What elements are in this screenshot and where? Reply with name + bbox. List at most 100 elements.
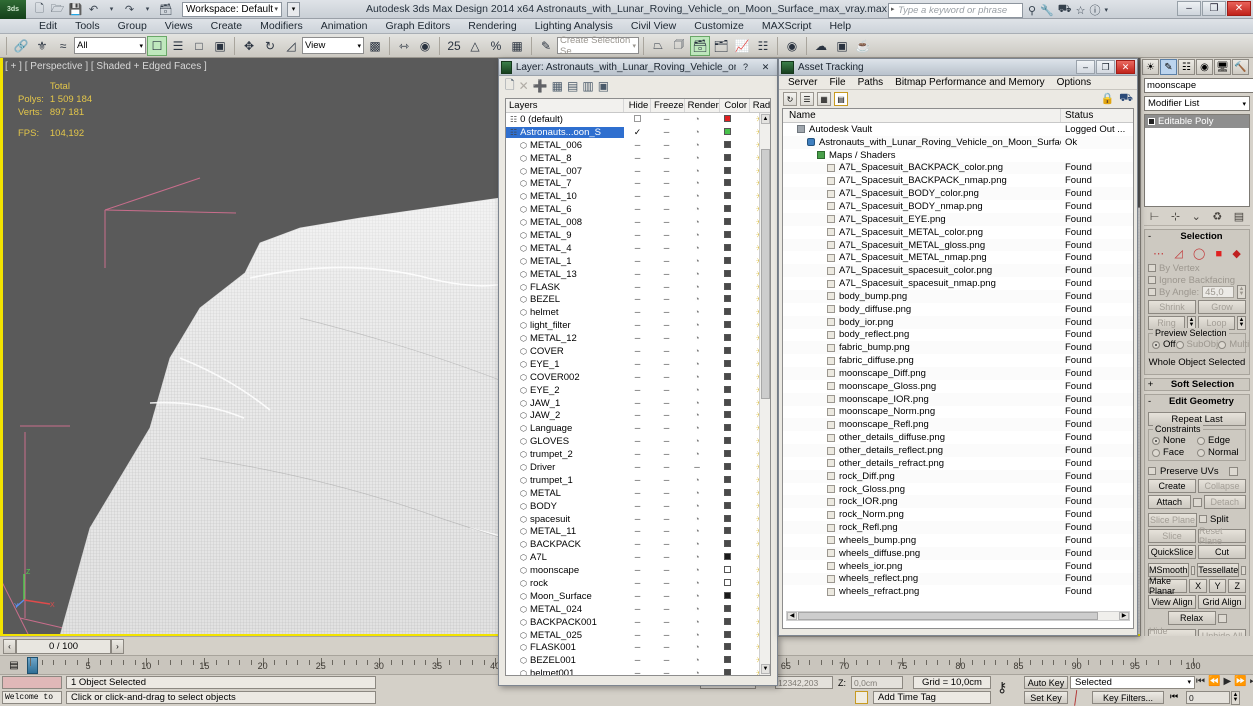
asset-list-grid[interactable]: Name Status Autodesk Vault Logged Out ...… bbox=[782, 108, 1134, 629]
subscription-icon[interactable]: ⛟ bbox=[1058, 3, 1072, 17]
remove-modifier-icon[interactable]: ♻ bbox=[1212, 210, 1222, 223]
layer-color-cell[interactable] bbox=[712, 256, 742, 267]
layer-render-cell[interactable]: ◔ bbox=[682, 591, 712, 602]
layer-row[interactable]: ⬡METAL_1––◔☀ bbox=[506, 255, 770, 268]
asset-row[interactable]: A7L_Spacesuit_BACKPACK_nmap.png Found bbox=[783, 174, 1133, 187]
layer-freeze-cell[interactable]: – bbox=[651, 488, 682, 499]
layer-render-cell[interactable]: ◔ bbox=[682, 178, 712, 189]
layer-color-cell[interactable] bbox=[712, 191, 742, 202]
layer-render-cell[interactable]: ◔ bbox=[682, 501, 712, 512]
vault-status-icon[interactable]: ⛟ bbox=[1119, 92, 1133, 106]
msmooth-button[interactable]: MSmooth bbox=[1148, 563, 1189, 577]
asset-maximize-button[interactable]: ❐ bbox=[1096, 60, 1115, 74]
layer-hide-cell[interactable]: – bbox=[624, 333, 651, 344]
selection-filter-combo[interactable]: All ▾ bbox=[74, 37, 146, 54]
asset-row[interactable]: A7L_Spacesuit_spacesuit_color.png Found bbox=[783, 264, 1133, 278]
asset-menu-server[interactable]: Server bbox=[782, 77, 823, 88]
hide-unselected-layers-icon[interactable]: ▣ bbox=[598, 79, 609, 93]
by-vertex-checkbox[interactable]: By Vertex bbox=[1148, 262, 1246, 274]
menu-item-customize[interactable]: Customize bbox=[685, 19, 753, 34]
layer-freeze-cell[interactable]: – bbox=[651, 436, 682, 447]
asset-tracking-dialog[interactable]: Asset Tracking – ❐ ✕ Server File Paths Bitm… bbox=[778, 58, 1138, 636]
layer-hide-cell[interactable]: – bbox=[624, 140, 651, 151]
time-next-button[interactable]: › bbox=[111, 638, 124, 654]
layer-hide-cell[interactable]: – bbox=[624, 423, 651, 434]
layer-render-cell[interactable]: ◔ bbox=[682, 282, 712, 293]
layer-row[interactable]: ⬡FLASK001––◔☀ bbox=[506, 642, 770, 655]
layer-color-cell[interactable] bbox=[712, 204, 742, 215]
layer-render-cell[interactable]: ◔ bbox=[682, 552, 712, 563]
layer-row[interactable]: ⬡COVER002––◔☀ bbox=[506, 371, 770, 384]
viewport-label[interactable]: [ + ] [ Perspective ] [ Shaded + Edged F… bbox=[5, 61, 207, 72]
asset-row[interactable]: moonscape_Gloss.png Found bbox=[783, 380, 1133, 393]
layer-row[interactable]: ⬡BEZEL001––◔☀ bbox=[506, 654, 770, 667]
reset-plane-button[interactable]: Reset Plane bbox=[1198, 526, 1246, 546]
layer-freeze-cell[interactable]: – bbox=[651, 307, 682, 318]
vertex-subobject-icon[interactable]: ⋯ bbox=[1153, 247, 1164, 260]
asset-tracking-icon[interactable]: 🗃 bbox=[690, 35, 710, 56]
constraint-edge-radio[interactable]: Edge bbox=[1197, 435, 1242, 446]
reference-coordinate-combo[interactable]: View ▾ bbox=[302, 37, 364, 54]
by-angle-spinner[interactable]: ▲ ▼ bbox=[1237, 285, 1246, 299]
asset-row[interactable]: wheels_bump.png Found bbox=[783, 534, 1133, 547]
tessellate-settings-icon[interactable] bbox=[1241, 565, 1246, 575]
ignore-backfacing-checkbox[interactable]: Ignore Backfacing bbox=[1148, 274, 1246, 286]
layer-freeze-cell[interactable]: – bbox=[651, 114, 682, 125]
layer-render-cell[interactable]: ◔ bbox=[682, 127, 712, 138]
select-object-icon[interactable]: ☐ bbox=[147, 35, 167, 56]
rollout-edit-geometry-header[interactable]: - Edit Geometry bbox=[1145, 395, 1249, 408]
layer-row[interactable]: ⬡EYE_1––◔☀ bbox=[506, 358, 770, 371]
make-planar-z-button[interactable]: Z bbox=[1228, 579, 1247, 593]
layer-hide-cell[interactable]: – bbox=[624, 191, 651, 202]
layer-freeze-cell[interactable]: – bbox=[651, 243, 682, 254]
layer-row[interactable]: ⬡METAL_8––◔☀ bbox=[506, 152, 770, 165]
layer-color-cell[interactable] bbox=[712, 127, 742, 138]
qat-customize-button[interactable]: ▾ bbox=[287, 1, 300, 17]
select-highlighted-icon[interactable]: ▤ bbox=[567, 79, 578, 93]
layer-render-cell[interactable]: ◔ bbox=[682, 385, 712, 396]
layer-color-cell[interactable] bbox=[712, 565, 742, 576]
layer-color-cell[interactable] bbox=[712, 385, 742, 396]
layer-freeze-cell[interactable]: – bbox=[651, 140, 682, 151]
layer-color-cell[interactable] bbox=[712, 114, 742, 125]
layer-freeze-cell[interactable]: – bbox=[651, 385, 682, 396]
asset-row[interactable]: Astronauts_with_Lunar_Roving_Vehicle_on_… bbox=[783, 135, 1133, 149]
layer-row[interactable]: ⬡METAL––◔☀ bbox=[506, 487, 770, 500]
layer-render-cell[interactable]: ◔ bbox=[682, 346, 712, 357]
layer-hide-cell[interactable]: – bbox=[624, 668, 651, 675]
edit-named-selection-sets-icon[interactable]: ✎ bbox=[536, 36, 556, 56]
layer-render-cell[interactable]: ◔ bbox=[682, 166, 712, 177]
save-file-icon[interactable]: 💾 bbox=[68, 2, 83, 17]
scroll-right-arrow-icon[interactable]: ▶ bbox=[1119, 612, 1129, 620]
layer-render-cell[interactable]: ◔ bbox=[682, 114, 712, 125]
layer-render-cell[interactable]: ◔ bbox=[682, 372, 712, 383]
split-checkbox[interactable]: Split bbox=[1199, 513, 1246, 525]
column-render[interactable]: Render bbox=[685, 99, 720, 112]
align-icon[interactable]: ◉ bbox=[415, 36, 435, 56]
snaps-toggle-icon[interactable]: 25 bbox=[444, 36, 464, 56]
add-time-tag-button[interactable]: Add Time Tag bbox=[873, 691, 991, 704]
unlink-selection-icon[interactable]: ⚜ bbox=[32, 36, 52, 56]
layer-color-cell[interactable] bbox=[712, 642, 742, 653]
new-file-icon[interactable]: 🗋 bbox=[32, 2, 47, 17]
select-and-scale-icon[interactable]: ◿ bbox=[281, 36, 301, 56]
attach-settings-icon[interactable] bbox=[1192, 497, 1202, 507]
add-selection-icon[interactable]: ➕ bbox=[533, 79, 548, 93]
layer-list-grid[interactable]: Layers Hide Freeze Render Color Radiosit… bbox=[505, 98, 771, 676]
menu-item-create[interactable]: Create bbox=[202, 19, 252, 34]
layer-row[interactable]: ⬡METAL_11––◔☀ bbox=[506, 526, 770, 539]
layer-color-cell[interactable] bbox=[712, 333, 742, 344]
layer-freeze-cell[interactable]: – bbox=[651, 514, 682, 525]
asset-row[interactable]: other_details_refract.png Found bbox=[783, 457, 1133, 470]
layer-row[interactable]: ⬡A7L––◔☀ bbox=[506, 551, 770, 564]
refresh-assets-icon[interactable]: ↻ bbox=[783, 92, 797, 106]
layer-color-cell[interactable] bbox=[712, 668, 742, 675]
layer-list-scrollbar[interactable]: ▲ ▼ bbox=[759, 113, 770, 675]
highlight-selected-icon[interactable]: ▥ bbox=[582, 79, 593, 93]
layer-row[interactable]: ⬡GLOVES––◔☀ bbox=[506, 435, 770, 448]
layer-color-cell[interactable] bbox=[712, 578, 742, 589]
set-key-button[interactable]: Set Key bbox=[1024, 691, 1068, 704]
layer-freeze-cell[interactable]: – bbox=[651, 462, 682, 473]
layer-hide-cell[interactable]: – bbox=[624, 655, 651, 666]
asset-list-hscrollbar[interactable]: ◀ ▶ bbox=[786, 611, 1130, 621]
